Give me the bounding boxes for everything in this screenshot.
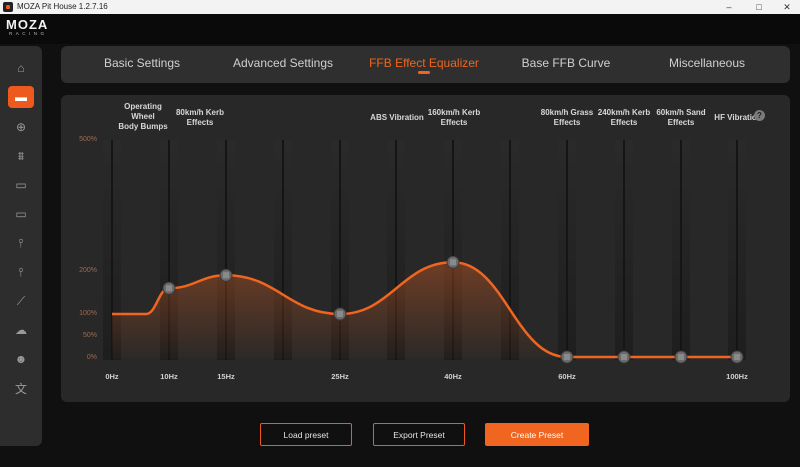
x-label-40hz: 40Hz xyxy=(444,372,462,381)
band-label-40hz: 160km/h Kerb Effects xyxy=(427,108,481,127)
y-label-50: 50% xyxy=(82,332,97,339)
export-preset-button[interactable]: Export Preset xyxy=(373,423,465,446)
x-label-25hz: 25Hz xyxy=(331,372,349,381)
band-label-60kmh-sand: 60km/h Sand Effects xyxy=(656,108,706,127)
y-label-200: 200% xyxy=(79,267,97,274)
load-preset-button[interactable]: Load preset xyxy=(260,423,352,446)
create-preset-button[interactable]: Create Preset xyxy=(485,423,589,446)
equalizer-chart xyxy=(103,140,746,364)
band-label-60hz: 80km/h Grass Effects xyxy=(540,108,594,127)
x-label-10hz: 10Hz xyxy=(160,372,178,381)
band-label-15hz: 80km/h Kerb Effects xyxy=(175,108,225,127)
equalizer-area xyxy=(112,262,737,358)
y-label-100: 100% xyxy=(79,310,97,317)
x-label-60hz: 60Hz xyxy=(558,372,576,381)
band-label-240kmh: 240km/h Kerb Effects xyxy=(597,108,651,127)
x-label-0hz: 0Hz xyxy=(105,372,119,381)
y-label-0: 0% xyxy=(86,354,97,361)
y-label-500: 500% xyxy=(79,136,97,143)
x-label-100hz: 100Hz xyxy=(726,372,748,381)
help-icon[interactable]: ? xyxy=(754,110,765,121)
x-label-15hz: 15Hz xyxy=(217,372,235,381)
band-label-25hz: ABS Vibration xyxy=(370,113,424,122)
band-label-10hz: Operating Wheel Body Bumps xyxy=(118,102,168,131)
